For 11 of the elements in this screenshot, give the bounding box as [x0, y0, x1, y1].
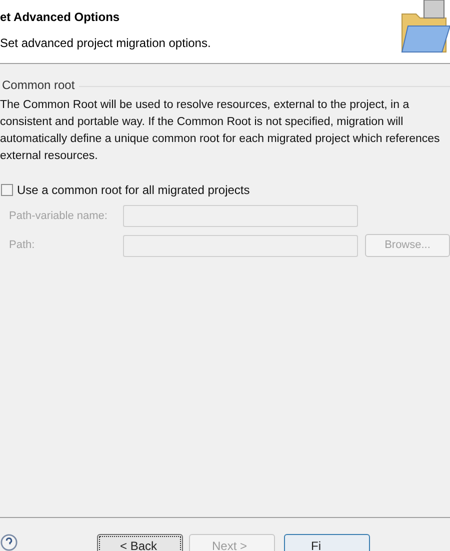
help-icon[interactable]: [0, 534, 18, 551]
group-description: The Common Root will be used to resolve resources, external to the project, in a consistent and portable way. If the Common Root is not specified, migration will automatically define a unique common root for each migrated project which references external resources.: [0, 98, 441, 164]
wizard-button[interactable]: < Back: [97, 534, 183, 551]
group-title: Common root: [2, 77, 75, 94]
page-title: et Advanced Options: [0, 9, 121, 26]
field-label: Path:: [8, 238, 36, 254]
checkbox[interactable]: [1, 184, 13, 196]
finish-button[interactable]: Fi: [284, 534, 370, 551]
checkbox-label: Use a common root for all migrated projects: [17, 182, 250, 199]
field-label: Path-variable name:: [8, 208, 108, 224]
page-description: Set advanced project migration options.: [0, 35, 211, 52]
